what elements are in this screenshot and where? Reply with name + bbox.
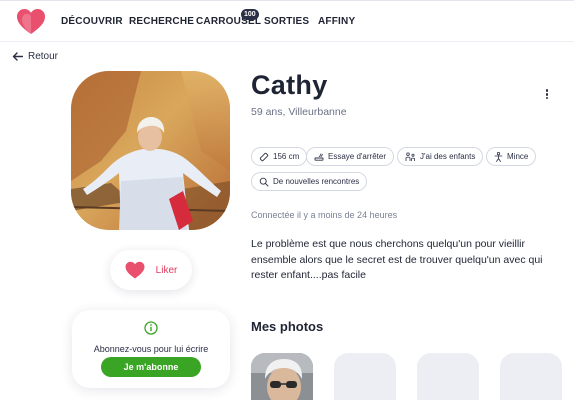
photo-thumbnail-placeholder[interactable] — [500, 353, 562, 400]
chip-children: J'ai des enfants — [397, 147, 484, 166]
nav-item-affiny[interactable]: AFFINY — [318, 16, 355, 27]
heart-logo-icon[interactable] — [16, 8, 46, 35]
subscribe-button[interactable]: Je m'abonne — [101, 357, 201, 377]
back-label: Retour — [28, 51, 59, 62]
profile-photo[interactable] — [71, 71, 230, 230]
photo-thumbnail-placeholder[interactable] — [334, 353, 396, 400]
carrousel-count-badge: 100 — [241, 9, 259, 20]
subscribe-card: Abonnez-vous pour lui écrire Je m'abonne — [72, 310, 230, 388]
photo-thumbnail[interactable] — [251, 353, 313, 400]
like-label: Liker — [155, 264, 178, 276]
chip-smoking-label: Essaye d'arrêter — [328, 152, 386, 161]
back-link[interactable]: Retour — [12, 51, 58, 62]
subscribe-text: Abonnez-vous pour lui écrire — [93, 344, 209, 354]
ruler-icon — [259, 152, 269, 161]
family-icon — [405, 152, 415, 161]
smoking-icon — [314, 152, 324, 161]
more-options-icon[interactable] — [542, 88, 552, 104]
chip-body-type: Mince — [486, 147, 537, 166]
last-seen-status: Connectée il y a moins de 24 heures — [251, 210, 398, 220]
chip-looking-for-label: De nouvelles rencontres — [273, 177, 360, 186]
chip-height-label: 156 cm — [273, 152, 300, 161]
photos-section-title: Mes photos — [251, 319, 324, 334]
like-button[interactable]: Liker — [110, 250, 192, 290]
top-navigation-bar: DÉCOUVRIR RECHERCHE CARROUSEL 100 SORTIE… — [0, 0, 574, 42]
photo-thumbnail-placeholder[interactable] — [417, 353, 479, 400]
chip-height: 156 cm — [251, 147, 308, 166]
info-icon — [144, 321, 158, 335]
profile-bio: Le problème est que nous cherchons quelq… — [251, 238, 543, 281]
nav-item-sorties[interactable]: SORTIES — [264, 16, 309, 27]
photo-thumbnail-image — [251, 353, 313, 400]
chip-looking-for: De nouvelles rencontres — [251, 172, 368, 191]
chip-smoking: Essaye d'arrêter — [306, 147, 394, 166]
profile-age-city: 59 ans, Villeurbanne — [251, 106, 347, 118]
nav-item-decouvrir[interactable]: DÉCOUVRIR — [61, 16, 123, 27]
heart-icon — [125, 261, 145, 279]
profile-name: Cathy — [251, 70, 328, 100]
person-icon — [494, 151, 503, 162]
nav-item-recherche[interactable]: RECHERCHE — [129, 16, 194, 27]
chip-body-type-label: Mince — [507, 152, 529, 161]
arrow-left-icon — [12, 52, 23, 61]
chip-children-label: J'ai des enfants — [420, 152, 476, 161]
search-icon — [259, 177, 269, 186]
profile-photo-image — [71, 71, 230, 230]
